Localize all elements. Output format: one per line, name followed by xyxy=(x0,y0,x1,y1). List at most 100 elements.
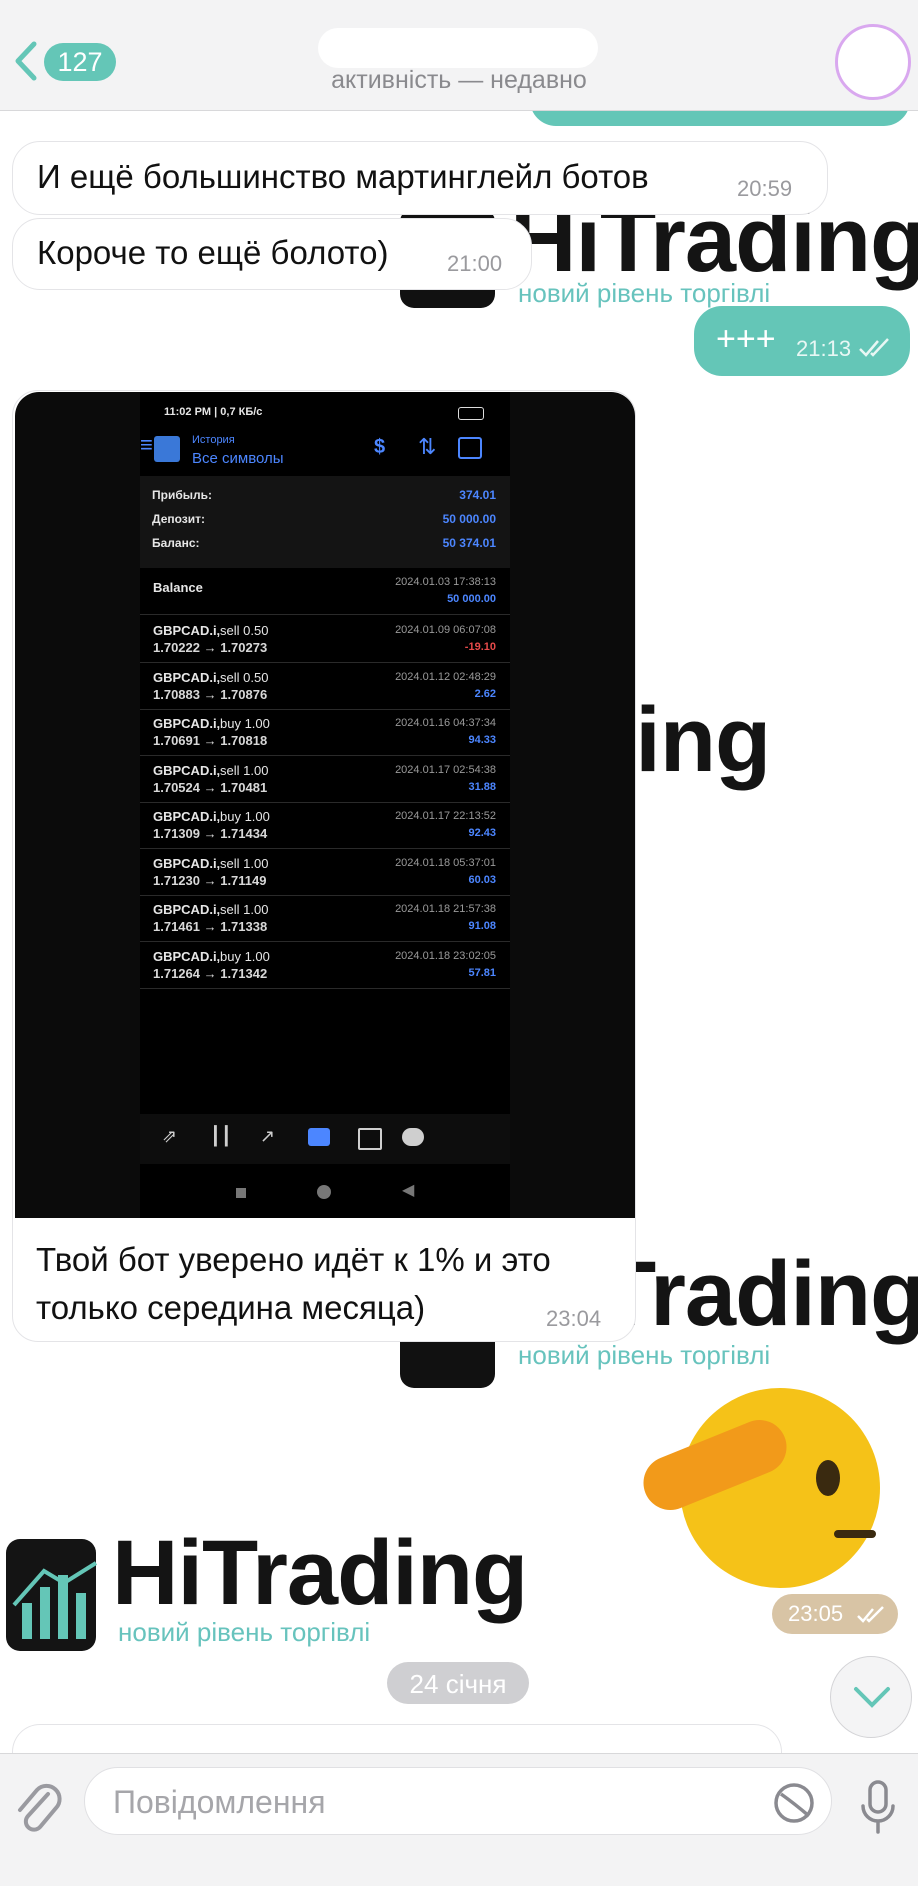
message-time: 23:05 xyxy=(788,1601,844,1626)
chat-header: 127 активність — недавно xyxy=(0,0,918,111)
trade-profit: 91.08 xyxy=(468,920,496,932)
back-icon[interactable]: ◀ xyxy=(402,1180,414,1200)
sticker-icon[interactable] xyxy=(773,1782,815,1824)
statusbar-text: 11:02 PM | 0,7 КБ/с xyxy=(164,406,263,418)
trade-date: 2024.01.18 05:37:01 xyxy=(395,856,496,869)
trade-symbol: GBPCAD.i, xyxy=(153,716,221,731)
history-row[interactable]: Balance 2024.01.03 17:38:13 50 000.00 xyxy=(140,568,510,615)
trade-prices: 1.70524 → 1.70481 xyxy=(153,779,268,795)
avatar[interactable] xyxy=(835,24,911,100)
scroll-down-button[interactable] xyxy=(830,1656,912,1738)
saluting-emoji-sticker[interactable] xyxy=(635,1382,880,1602)
trade-profit: 31.88 xyxy=(468,780,496,793)
message-bubble-incoming[interactable]: Короче то ещё болото) 21:00 xyxy=(12,218,532,290)
date-separator: 24 січня xyxy=(387,1662,529,1704)
chat-icon[interactable] xyxy=(402,1128,424,1146)
message-time: 23:04 xyxy=(546,1306,602,1331)
trade-profit: 92.43 xyxy=(468,827,496,839)
trade-prices: 1.70691 → 1.70818 xyxy=(153,733,268,748)
chevron-down-icon xyxy=(854,1687,890,1708)
trade-side: sell 0.50 xyxy=(220,669,269,685)
watermark-tagline: новий рівень торгівлі xyxy=(518,1340,771,1370)
history-icon[interactable] xyxy=(308,1128,330,1146)
trade-side: sell 0.50 xyxy=(220,623,269,638)
trade-prices: 1.71230 → 1.71149 xyxy=(153,872,267,888)
calendar-icon[interactable] xyxy=(458,437,482,459)
trade-prices: 1.70883 → 1.70876 xyxy=(153,686,268,702)
composer-bar: Повідомлення xyxy=(0,1753,918,1886)
watermark-brand: HiTrading xyxy=(112,1522,528,1624)
emoji-mouth xyxy=(834,1530,876,1538)
summary-label: Прибыль: xyxy=(152,488,212,502)
trade-symbol: GBPCAD.i, xyxy=(153,902,221,917)
trade-row[interactable]: GBPCAD.i, sell 1.00 1.71230 → 1.71149 2024.… xyxy=(140,849,510,896)
trade-profit: 60.03 xyxy=(468,873,496,886)
message-time: 21:13 xyxy=(796,336,852,361)
trade-prices: 1.71309 → 1.71434 xyxy=(153,826,268,841)
trade-profit: 2.62 xyxy=(474,687,496,700)
message-text: Твой бот уверено идёт к 1% и это только … xyxy=(36,1241,551,1326)
trade-side: sell 1.00 xyxy=(220,762,269,778)
currency-filter-icon[interactable]: $ xyxy=(374,436,385,459)
sort-icon[interactable]: ⇅ xyxy=(418,434,436,460)
emoji-eye xyxy=(816,1460,840,1496)
summary-label: Депозит: xyxy=(152,512,206,526)
trade-symbol: GBPCAD.i, xyxy=(153,948,221,964)
trade-date: 2024.01.17 22:13:52 xyxy=(395,810,496,822)
watermark-tagline: новий рівень торгівлі xyxy=(518,278,771,308)
trade-side: sell 1.00 xyxy=(220,902,269,917)
profit-value: 374.01 xyxy=(459,488,496,502)
recents-icon[interactable] xyxy=(236,1188,246,1198)
message-bubble-outgoing[interactable]: +++ 21:13 xyxy=(694,306,910,376)
news-icon[interactable] xyxy=(358,1128,382,1150)
trade-date: 2024.01.12 02:48:29 xyxy=(395,670,496,683)
trade-side: sell 1.00 xyxy=(220,855,269,871)
trade-row[interactable]: GBPCAD.i, sell 0.50 1.70883 → 1.70876 2024.… xyxy=(140,663,510,710)
summary-label: Баланс: xyxy=(152,536,200,550)
trade-date: 2024.01.16 04:37:34 xyxy=(395,717,496,729)
trade-profit: 94.33 xyxy=(468,734,496,746)
balance-value: 50 374.01 xyxy=(442,536,496,550)
trade-row[interactable]: GBPCAD.i, buy 1.00 1.71309 → 1.71434 2024.0… xyxy=(140,802,510,849)
microphone-icon[interactable] xyxy=(858,1778,898,1838)
trade-row[interactable]: GBPCAD.i, sell 1.00 1.70524 → 1.70481 2024.… xyxy=(140,756,510,803)
trade-symbol: GBPCAD.i, xyxy=(153,669,221,685)
menu-icon[interactable]: ≡ xyxy=(140,432,153,458)
trade-date: 2024.01.17 02:54:38 xyxy=(395,763,496,776)
trade-profit: -19.10 xyxy=(464,641,496,653)
trade-symbol: GBPCAD.i, xyxy=(153,762,221,778)
battery-icon xyxy=(458,407,484,420)
trade-profit: 57.81 xyxy=(468,966,496,979)
trade-date: 2024.01.09 06:07:08 xyxy=(395,624,496,636)
deposit-value: 50 000.00 xyxy=(442,512,496,526)
sticker-time-badge: 23:05 xyxy=(772,1594,898,1634)
toolbar-title[interactable]: Все символы xyxy=(192,450,284,467)
trade-prices: 1.71461 → 1.71338 xyxy=(153,919,268,934)
contact-status: активність — недавно xyxy=(331,66,587,94)
trade-row[interactable]: GBPCAD.i, buy 1.00 1.71264 → 1.71342 2024.0… xyxy=(140,942,510,989)
message-time: 21:00 xyxy=(447,251,503,276)
toolbar-subtitle: История xyxy=(192,434,235,446)
chart-icon[interactable]: ┃┃ xyxy=(210,1126,232,1147)
trade-symbol: GBPCAD.i, xyxy=(153,809,221,824)
double-check-icon xyxy=(859,338,889,357)
trade-side: buy 1.00 xyxy=(220,809,270,824)
contact-name[interactable] xyxy=(318,28,598,68)
attached-screenshot[interactable]: 11:02 PM | 0,7 КБ/с ≡ История Все символ… xyxy=(15,392,635,1218)
attach-paperclip-icon[interactable] xyxy=(14,1780,62,1836)
trade-icon[interactable]: ↗ xyxy=(260,1126,275,1147)
message-text: +++ xyxy=(716,320,776,358)
hitrading-logo-icon xyxy=(6,1539,98,1651)
trade-row[interactable]: GBPCAD.i, sell 0.50 1.70222 → 1.70273 2024.… xyxy=(140,616,510,663)
message-bubble-incoming[interactable]: И ещё большинство мартинглейл ботов 20:5… xyxy=(12,141,828,215)
trade-symbol: GBPCAD.i, xyxy=(153,855,221,871)
message-input[interactable]: Повідомлення xyxy=(84,1767,832,1835)
app-icon xyxy=(154,436,180,462)
trade-date: 2024.01.18 23:02:05 xyxy=(395,949,496,962)
quotes-icon[interactable]: ⇗ xyxy=(162,1126,177,1147)
trade-side: buy 1.00 xyxy=(220,716,270,731)
home-icon[interactable] xyxy=(317,1185,331,1199)
trade-row[interactable]: GBPCAD.i, sell 1.00 1.71461 → 1.71338 2024.… xyxy=(140,895,510,942)
trade-row[interactable]: GBPCAD.i, buy 1.00 1.70691 → 1.70818 2024.0… xyxy=(140,709,510,756)
row-date: 2024.01.03 17:38:13 xyxy=(395,576,496,588)
